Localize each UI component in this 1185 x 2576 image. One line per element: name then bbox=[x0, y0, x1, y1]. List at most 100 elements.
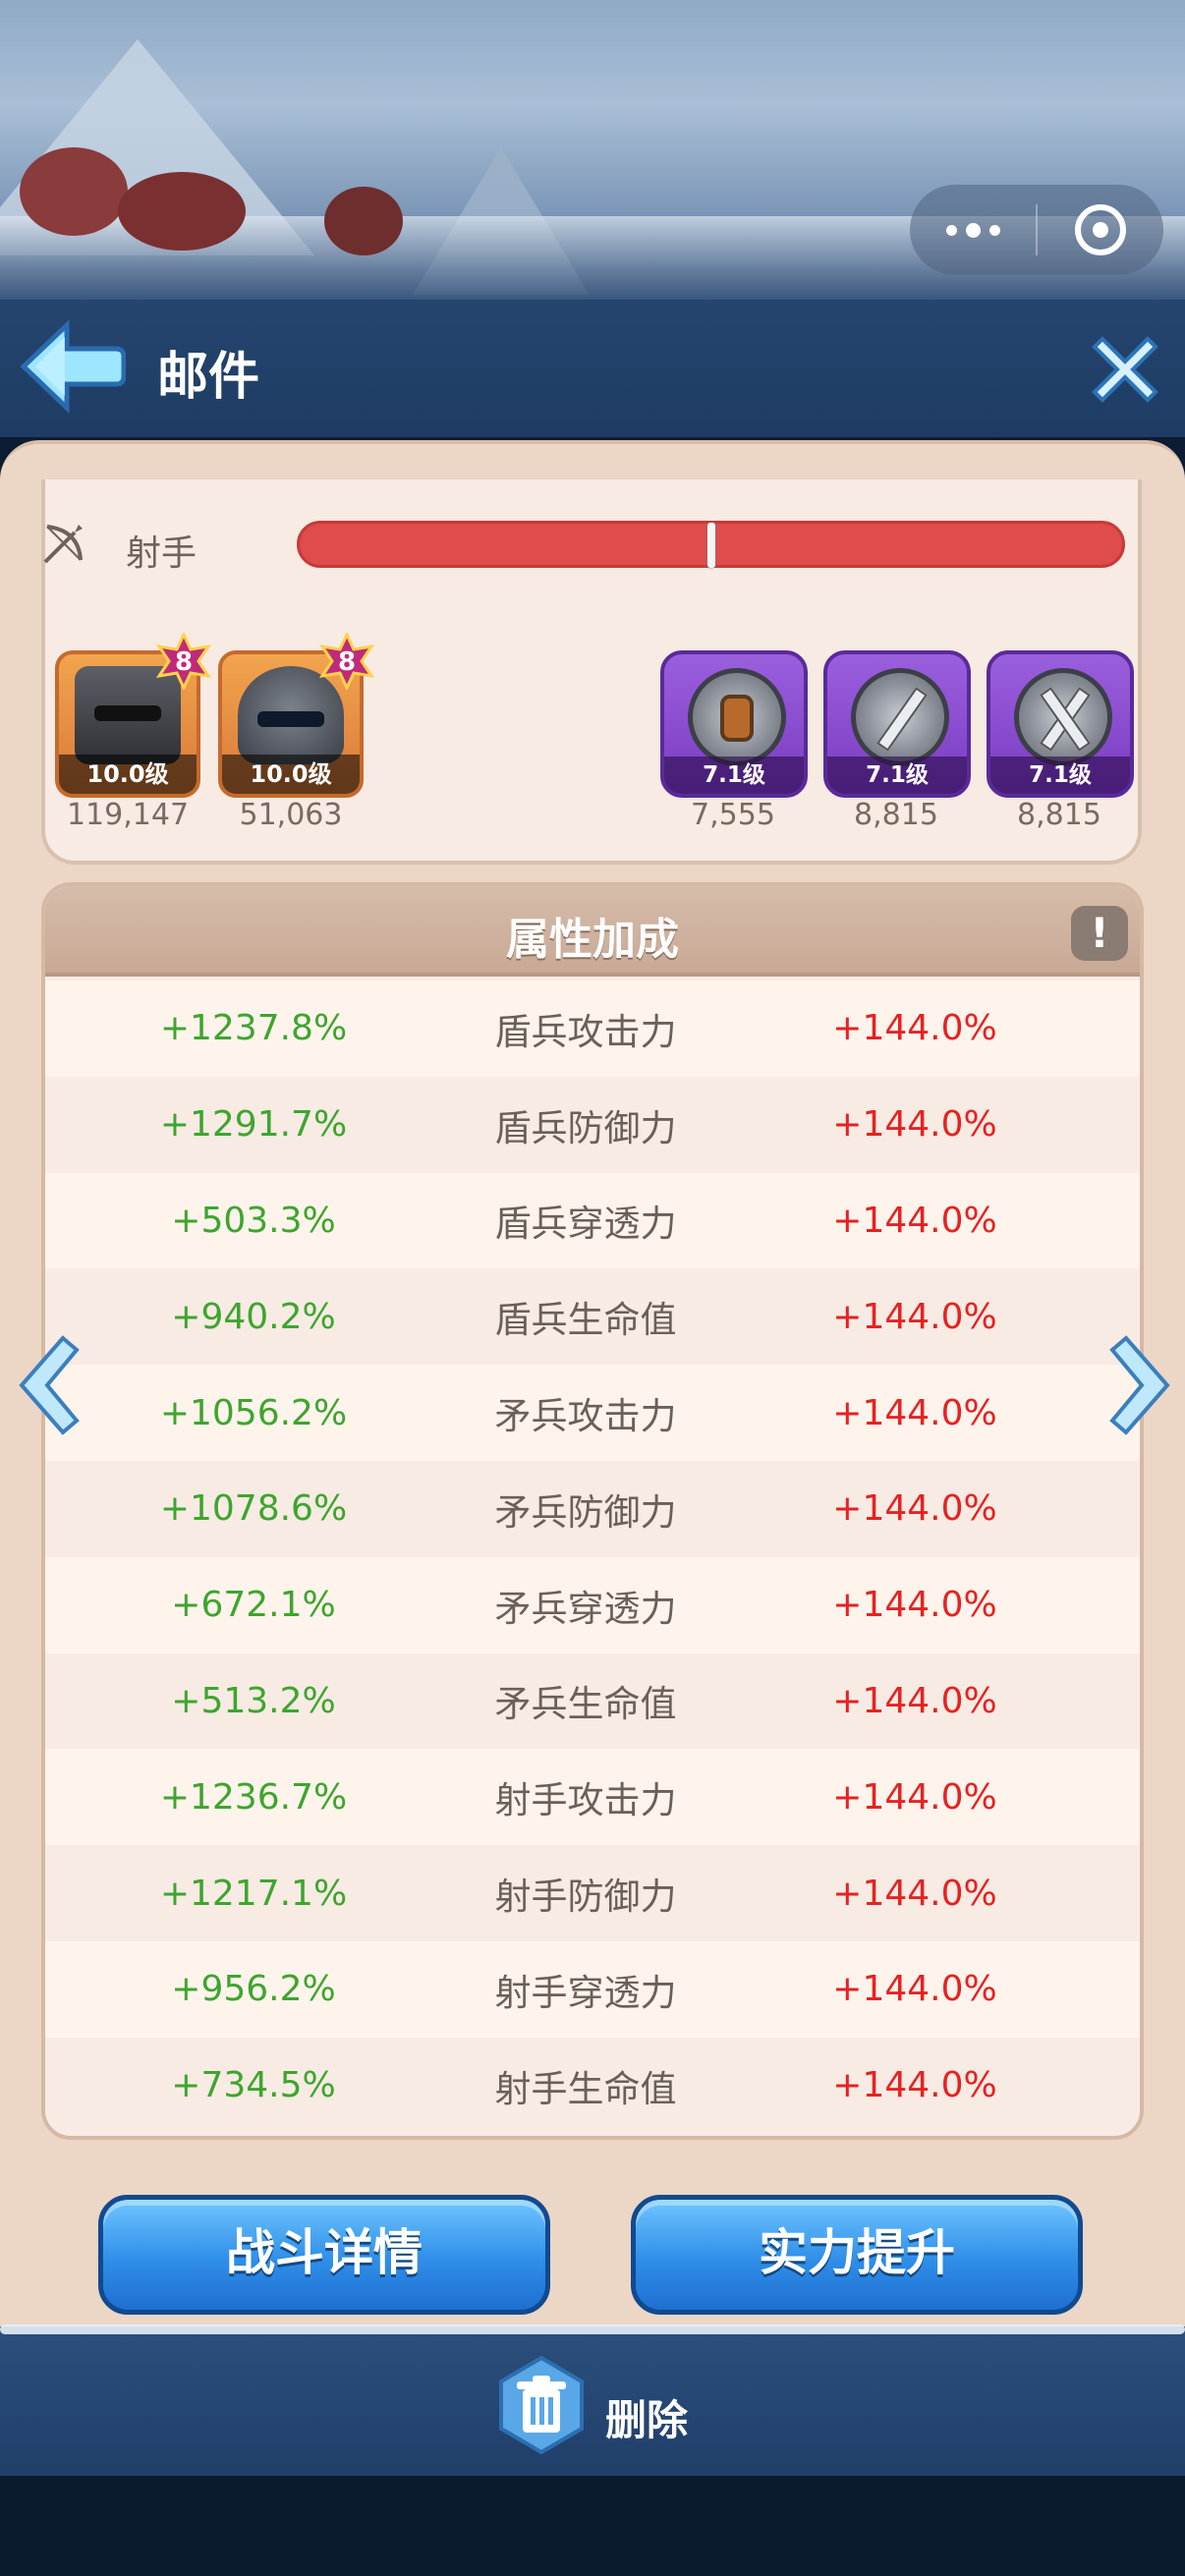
attribute-row: +1078.6% 矛兵防御力 +144.0% bbox=[45, 1460, 1140, 1557]
attribute-row: +1237.8% 盾兵攻击力 +144.0% bbox=[45, 980, 1140, 1077]
trash-icon[interactable] bbox=[495, 2356, 588, 2454]
banner-tent bbox=[20, 147, 128, 236]
equipment-card-crossbow[interactable]: 7.1级 bbox=[987, 650, 1134, 798]
extra-bonus-value: +144.0% bbox=[832, 1680, 997, 1721]
portrait-visor bbox=[257, 711, 324, 727]
attribute-name: 射手生命值 bbox=[494, 2067, 677, 2110]
bottom-safe-area bbox=[0, 2476, 1185, 2576]
attribute-row: +672.1% 矛兵穿透力 +144.0% bbox=[45, 1556, 1140, 1653]
close-miniprogram-button[interactable] bbox=[1038, 185, 1163, 275]
miniprogram-capsule bbox=[910, 185, 1163, 275]
snow-edge bbox=[0, 2324, 1185, 2334]
base-bonus-value: +1237.8% bbox=[159, 1008, 348, 1049]
unit-type-label: 射手 bbox=[126, 533, 198, 574]
equipment-power-value: 8,815 bbox=[854, 798, 938, 832]
extra-bonus-value: +144.0% bbox=[832, 1200, 997, 1241]
equipment-level: 7.1级 bbox=[827, 756, 967, 794]
more-options-button[interactable] bbox=[910, 185, 1036, 275]
hero-level: 10.0级 bbox=[59, 755, 197, 794]
attribute-name: 射手攻击力 bbox=[494, 1779, 677, 1822]
archer-bow-icon bbox=[43, 525, 83, 564]
more-dots-icon bbox=[988, 224, 1000, 236]
extra-bonus-value: +144.0% bbox=[832, 1776, 997, 1818]
attribute-name: 矛兵攻击力 bbox=[494, 1395, 677, 1438]
portrait-visor bbox=[94, 705, 161, 721]
attribute-name: 矛兵穿透力 bbox=[494, 1587, 677, 1630]
attribute-row: +1291.7% 盾兵防御力 +144.0% bbox=[45, 1076, 1140, 1173]
health-bar-marker bbox=[706, 523, 715, 568]
attribute-name: 盾兵攻击力 bbox=[494, 1010, 677, 1053]
delete-label[interactable]: 删除 bbox=[605, 2387, 688, 2447]
base-bonus-value: +672.1% bbox=[171, 1585, 336, 1626]
hero-power-value: 51,063 bbox=[239, 798, 343, 832]
extra-bonus-value: +144.0% bbox=[832, 1392, 997, 1433]
extra-bonus-value: +144.0% bbox=[832, 1008, 997, 1049]
info-button[interactable]: ! bbox=[1071, 906, 1128, 961]
power-up-button[interactable]: 实力提升 bbox=[631, 2195, 1083, 2315]
rank-star-badge: 8 bbox=[155, 631, 212, 692]
close-icon[interactable] bbox=[1091, 335, 1159, 404]
equipment-card-shield[interactable]: 7.1级 bbox=[660, 650, 808, 798]
banner-tent bbox=[118, 172, 246, 251]
base-bonus-value: +1056.2% bbox=[159, 1392, 348, 1433]
base-bonus-value: +1291.7% bbox=[159, 1104, 348, 1146]
bottom-action-bar bbox=[0, 2326, 1185, 2476]
extra-bonus-value: +144.0% bbox=[832, 1296, 997, 1337]
target-icon bbox=[1075, 204, 1126, 255]
attribute-row: +503.3% 盾兵穿透力 +144.0% bbox=[45, 1172, 1140, 1269]
attribute-row: +1217.1% 射手防御力 +144.0% bbox=[45, 1845, 1140, 1941]
base-bonus-value: +1078.6% bbox=[159, 1488, 348, 1530]
crossbow-rune-icon bbox=[1014, 668, 1112, 766]
base-bonus-value: +1217.1% bbox=[159, 1873, 348, 1914]
battle-details-button[interactable]: 战斗详情 bbox=[98, 2195, 550, 2315]
rank-star-badge: 8 bbox=[318, 631, 375, 692]
hero-level: 10.0级 bbox=[222, 755, 360, 794]
rank-number: 8 bbox=[174, 647, 194, 677]
hero-power-value: 119,147 bbox=[66, 798, 190, 832]
mail-header: 邮件 bbox=[0, 300, 1185, 437]
base-bonus-value: +503.3% bbox=[171, 1200, 336, 1241]
base-bonus-value: +940.2% bbox=[171, 1296, 336, 1337]
attribute-row: +956.2% 射手穿透力 +144.0% bbox=[45, 1940, 1140, 2038]
next-page-arrow-icon[interactable] bbox=[1106, 1334, 1175, 1436]
equipment-power-value: 7,555 bbox=[691, 798, 775, 832]
extra-bonus-value: +144.0% bbox=[832, 1969, 997, 2010]
extra-bonus-value: +144.0% bbox=[832, 1585, 997, 1626]
previous-page-arrow-icon[interactable] bbox=[14, 1334, 83, 1436]
extra-bonus-value: +144.0% bbox=[832, 1488, 997, 1530]
attribute-table-title: 属性加成 bbox=[506, 915, 679, 965]
base-bonus-value: +1236.7% bbox=[159, 1776, 348, 1818]
base-bonus-value: +956.2% bbox=[171, 1969, 336, 2010]
page-title: 邮件 bbox=[157, 348, 260, 407]
more-dots-icon bbox=[945, 224, 957, 236]
base-bonus-value: +734.5% bbox=[171, 2065, 336, 2106]
banner-tent bbox=[324, 187, 403, 255]
extra-bonus-value: +144.0% bbox=[832, 1873, 997, 1914]
attribute-name: 射手防御力 bbox=[494, 1876, 677, 1919]
attribute-row: +513.2% 矛兵生命值 +144.0% bbox=[45, 1652, 1140, 1750]
equipment-level: 7.1级 bbox=[664, 756, 804, 794]
attribute-name: 矛兵防御力 bbox=[494, 1490, 677, 1534]
attribute-name: 矛兵生命值 bbox=[494, 1683, 677, 1726]
attribute-bonus-table: 属性加成 ! +1237.8% 盾兵攻击力 +144.0% +1291.7% 盾兵防御力… bbox=[41, 882, 1144, 2140]
attribute-name: 盾兵穿透力 bbox=[494, 1203, 677, 1246]
attribute-row: +1056.2% 矛兵攻击力 +144.0% bbox=[45, 1365, 1140, 1461]
more-dots-icon bbox=[965, 222, 981, 238]
shield-rune-icon bbox=[688, 668, 786, 766]
extra-bonus-value: +144.0% bbox=[832, 1104, 997, 1146]
attribute-row: +940.2% 盾兵生命值 +144.0% bbox=[45, 1268, 1140, 1366]
equipment-power-value: 8,815 bbox=[1017, 798, 1101, 832]
equipment-card-spear[interactable]: 7.1级 bbox=[823, 650, 971, 798]
attribute-name: 射手穿透力 bbox=[494, 1971, 677, 2014]
spear-rune-icon bbox=[851, 668, 949, 766]
attribute-name: 盾兵防御力 bbox=[494, 1106, 677, 1149]
attribute-row: +734.5% 射手生命值 +144.0% bbox=[45, 2037, 1140, 2134]
attribute-name: 盾兵生命值 bbox=[494, 1299, 677, 1342]
attribute-row: +1236.7% 射手攻击力 +144.0% bbox=[45, 1749, 1140, 1846]
extra-bonus-value: +144.0% bbox=[832, 2065, 997, 2106]
attribute-rows: +1237.8% 盾兵攻击力 +144.0% +1291.7% 盾兵防御力 +144.0%… bbox=[45, 980, 1140, 2134]
back-arrow-button[interactable] bbox=[18, 319, 126, 414]
rank-number: 8 bbox=[337, 647, 357, 677]
base-bonus-value: +513.2% bbox=[171, 1680, 336, 1721]
equipment-level: 7.1级 bbox=[990, 756, 1130, 794]
